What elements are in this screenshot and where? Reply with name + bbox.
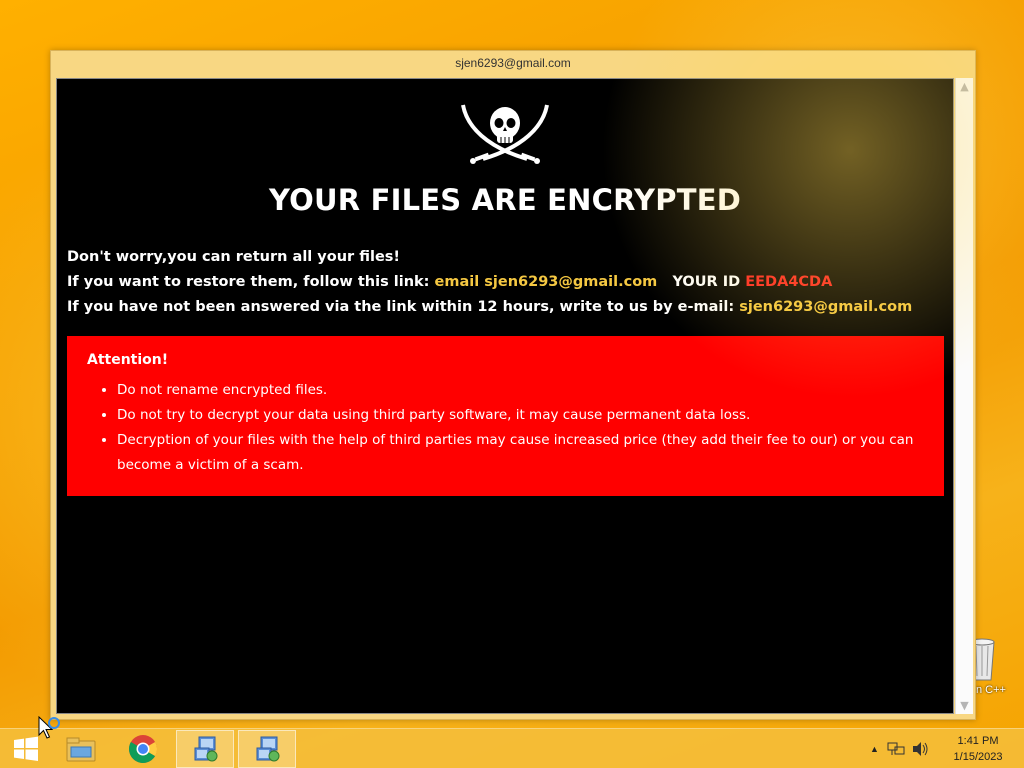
line2-prefix: If you want to restore them, follow this… bbox=[67, 274, 430, 290]
windows-logo-icon bbox=[14, 736, 38, 761]
attention-item: Decryption of your files with the help o… bbox=[117, 428, 944, 478]
attention-item: Do not rename encrypted files. bbox=[117, 378, 944, 403]
victim-id: EEDA4CDA bbox=[745, 274, 833, 290]
window-title[interactable]: sjen6293@gmail.com bbox=[51, 51, 975, 77]
note-content: YOUR FILES ARE ENCRYPTED Don't worry,you… bbox=[56, 78, 954, 714]
mouse-cursor-icon bbox=[38, 716, 60, 739]
attention-item: Do not try to decrypt your data using th… bbox=[117, 403, 944, 428]
scroll-up-icon[interactable]: ▲ bbox=[956, 78, 973, 95]
message-line-2: If you want to restore them, follow this… bbox=[67, 274, 947, 290]
network-icon[interactable] bbox=[887, 741, 905, 757]
show-hidden-icons-icon[interactable]: ▲ bbox=[870, 744, 879, 754]
message-line-3: If you have not been answered via the li… bbox=[67, 299, 947, 315]
system-clock[interactable]: 1:41 PM 1/15/2023 bbox=[940, 733, 1016, 765]
line3-prefix: If you have not been answered via the li… bbox=[67, 299, 735, 315]
taskbar-app-1[interactable] bbox=[176, 730, 234, 768]
volume-icon[interactable] bbox=[911, 741, 929, 757]
setup-app-icon bbox=[256, 736, 280, 762]
folder-icon bbox=[66, 737, 96, 762]
contact-email-link[interactable]: email sjen6293@gmail.com bbox=[435, 274, 658, 290]
taskbar-app-2[interactable] bbox=[238, 730, 296, 768]
setup-app-icon bbox=[194, 736, 218, 762]
desktop: n C++ sjen6293@gmail.com YOUR FILES ARE … bbox=[0, 0, 1024, 768]
id-label: YOUR ID bbox=[672, 274, 741, 290]
clock-date: 1/15/2023 bbox=[953, 751, 1003, 763]
scroll-down-icon[interactable]: ▼ bbox=[956, 697, 973, 714]
jolly-roger-icon bbox=[461, 104, 549, 164]
ransom-note-window: sjen6293@gmail.com YOUR FILES ARE ENCRYP… bbox=[50, 50, 976, 720]
attention-list: Do not rename encrypted files. Do not tr… bbox=[99, 378, 944, 478]
chrome-icon bbox=[129, 735, 157, 763]
taskbar-chrome[interactable] bbox=[114, 730, 172, 768]
system-tray: ▲ bbox=[870, 729, 929, 768]
clock-time: 1:41 PM bbox=[957, 735, 999, 747]
backup-email[interactable]: sjen6293@gmail.com bbox=[739, 299, 912, 315]
message-line-1: Don't worry,you can return all your file… bbox=[67, 249, 401, 265]
vertical-scrollbar[interactable]: ▲ ▼ bbox=[955, 78, 973, 714]
recycle-bin-label[interactable]: n C++ bbox=[976, 684, 1006, 696]
attention-title: Attention! bbox=[87, 352, 169, 368]
taskbar: ▲ 1:41 PM 1/15/2023 bbox=[0, 728, 1024, 768]
attention-box: Attention! Do not rename encrypted files… bbox=[67, 336, 944, 496]
headline: YOUR FILES ARE ENCRYPTED bbox=[269, 183, 741, 217]
